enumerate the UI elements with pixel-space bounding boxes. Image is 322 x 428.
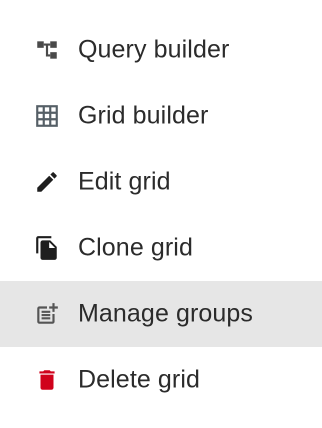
menu-item-label: Query builder	[78, 35, 230, 64]
menu-item-delete-grid[interactable]: Delete grid	[0, 347, 322, 413]
menu-item-clone-grid[interactable]: Clone grid	[0, 215, 322, 281]
menu-item-edit-grid[interactable]: Edit grid	[0, 149, 322, 215]
post-add-icon	[34, 301, 60, 327]
menu-item-query-builder[interactable]: Query builder	[0, 17, 322, 83]
menu-item-label: Manage groups	[78, 299, 254, 328]
trash-icon	[34, 367, 60, 393]
query-builder-icon	[34, 37, 60, 63]
copy-icon	[34, 235, 60, 261]
menu-item-grid-builder[interactable]: Grid builder	[0, 83, 322, 149]
menu-item-label: Clone grid	[78, 233, 193, 262]
grid-icon	[34, 103, 60, 129]
context-menu: Query builder Grid builder Edit grid Clo…	[0, 0, 322, 428]
menu-item-label: Grid builder	[78, 101, 209, 130]
menu-item-label: Delete grid	[78, 365, 200, 394]
menu-item-manage-groups[interactable]: Manage groups	[0, 281, 322, 347]
pencil-icon	[34, 169, 60, 195]
menu-item-label: Edit grid	[78, 167, 171, 196]
